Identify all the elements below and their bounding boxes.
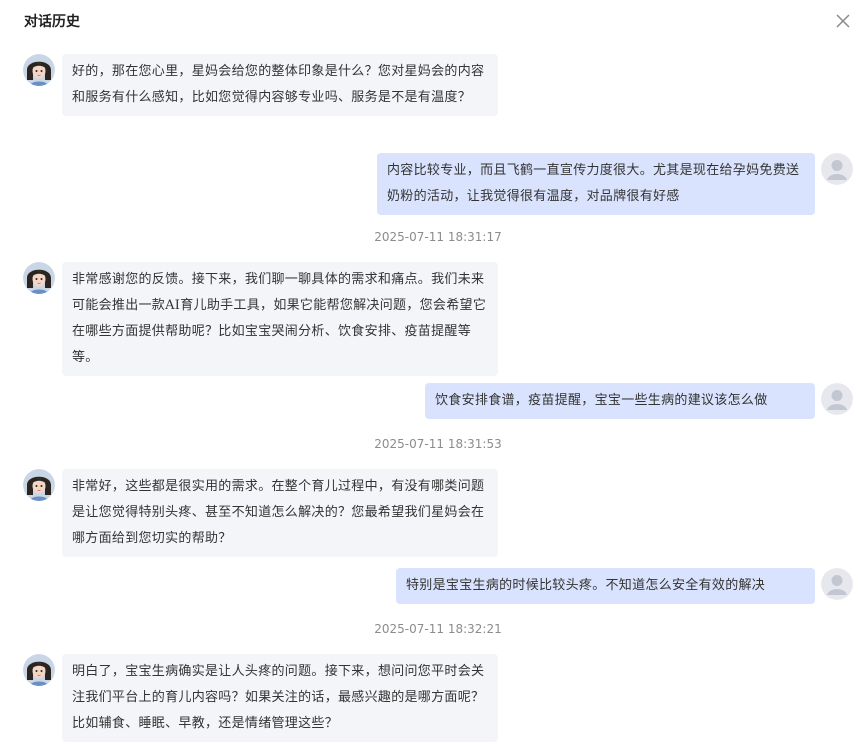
message-bubble: 内容比较专业，而且飞鹤一直宣传力度很大。尤其是现在给孕妈免费送奶粉的活动，让我觉…	[377, 153, 815, 215]
timestamp: 2025-07-11 18:31:53	[374, 437, 502, 451]
assistant-avatar	[23, 54, 55, 86]
close-icon[interactable]	[834, 12, 852, 30]
dialog-header: 对话历史	[0, 0, 866, 44]
message-bubble: 非常好，这些都是很实用的需求。在整个育儿过程中，有没有哪类问题是让您觉得特别头疼…	[62, 469, 498, 557]
timestamp: 2025-07-11 18:31:17	[374, 230, 502, 244]
message-bubble: 非常感谢您的反馈。接下来，我们聊一聊具体的需求和痛点。我们未来可能会推出一款AI…	[62, 262, 498, 376]
dialog-title: 对话历史	[24, 14, 80, 30]
user-avatar-icon	[821, 383, 853, 415]
assistant-avatar	[23, 654, 55, 686]
user-avatar-icon	[821, 568, 853, 600]
message-bubble: 饮食安排食谱，疫苗提醒，宝宝一些生病的建议该怎么做	[425, 383, 815, 419]
assistant-avatar	[23, 262, 55, 294]
message-bubble: 特别是宝宝生病的时候比较头疼。不知道怎么安全有效的解决	[396, 568, 815, 604]
assistant-avatar	[23, 469, 55, 501]
message-bubble: 好的，那在您心里，星妈会给您的整体印象是什么？您对星妈会的内容和服务有什么感知，…	[62, 54, 498, 116]
message-bubble: 明白了，宝宝生病确实是让人头疼的问题。接下来，想问问您平时会关注我们平台上的育儿…	[62, 654, 498, 742]
timestamp: 2025-07-11 18:32:21	[374, 622, 502, 636]
user-avatar-icon	[821, 153, 853, 185]
